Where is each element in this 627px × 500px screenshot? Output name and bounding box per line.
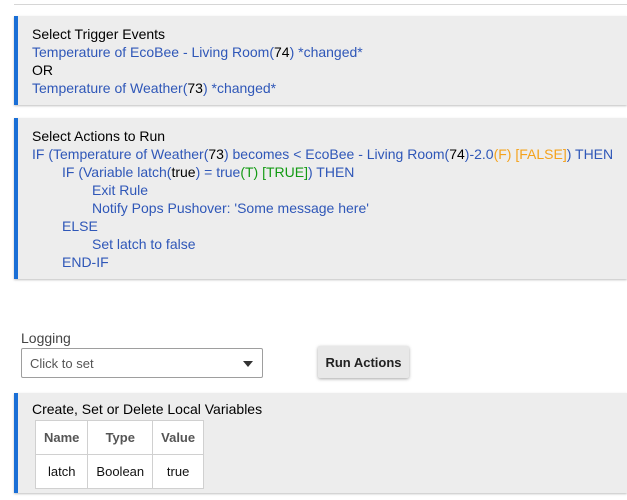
actions-title: Select Actions to Run [32, 128, 166, 144]
table-row[interactable]: latch Boolean true [34, 454, 205, 489]
local-variables-table: Name Type Value latch Boolean true [34, 420, 205, 489]
cell-value[interactable]: true [152, 454, 205, 489]
action-set-latch: Set latch to false [92, 236, 196, 252]
trigger-event-1: Temperature of EcoBee - Living Room(74) … [32, 44, 363, 60]
chevron-down-icon [243, 361, 253, 367]
column-header-type: Type [87, 420, 154, 455]
column-header-value: Value [152, 420, 205, 455]
trigger-event-2: Temperature of Weather(73) *changed* [32, 80, 277, 96]
run-actions-button[interactable]: Run Actions [318, 346, 409, 378]
logging-select[interactable]: Click to set [21, 348, 263, 378]
trigger-or: OR [32, 62, 53, 78]
trigger-events-card[interactable]: Select Trigger Events Temperature of Eco… [14, 16, 627, 105]
logging-select-value: Click to set [30, 356, 94, 371]
action-if-latch: IF (Variable latch(true) = true(T) [TRUE… [62, 164, 355, 180]
action-notify: Notify Pops Pushover: 'Some message here… [92, 200, 369, 216]
top-divider [14, 0, 627, 5]
cell-name[interactable]: latch [34, 454, 89, 489]
action-exit-rule: Exit Rule [92, 182, 149, 198]
action-if-weather: IF (Temperature of Weather(73) becomes <… [32, 146, 614, 162]
action-else: ELSE [62, 218, 98, 234]
logging-label: Logging [21, 330, 71, 346]
cell-type[interactable]: Boolean [87, 454, 154, 489]
action-endif: END-IF [62, 254, 109, 270]
column-header-name: Name [34, 420, 89, 455]
local-variables-card: Create, Set or Delete Local Variables Na… [14, 393, 627, 493]
local-variables-title: Create, Set or Delete Local Variables [32, 401, 263, 417]
trigger-events-title: Select Trigger Events [32, 26, 166, 42]
actions-card[interactable]: Select Actions to Run IF (Temperature of… [14, 118, 627, 279]
table-header-row: Name Type Value [34, 420, 205, 455]
